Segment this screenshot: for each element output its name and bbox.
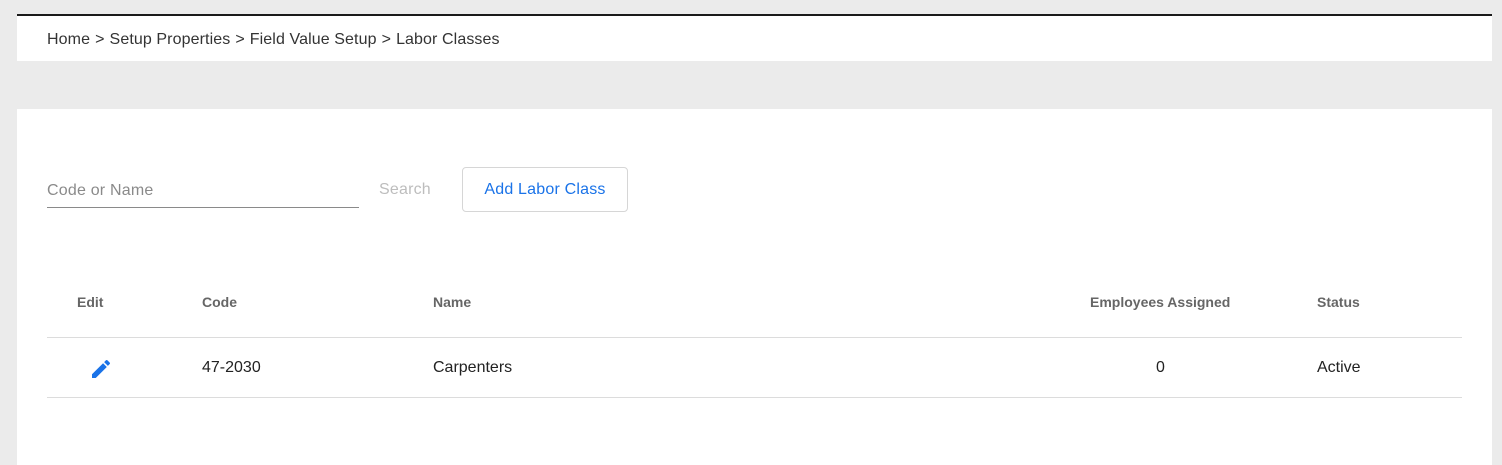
search-button[interactable]: Search xyxy=(379,181,431,199)
breadcrumb-home[interactable]: Home xyxy=(47,31,90,48)
labor-classes-table: Edit Code Name Employees Assigned Status… xyxy=(47,277,1462,398)
add-labor-class-button[interactable]: Add Labor Class xyxy=(462,167,628,212)
header-edit: Edit xyxy=(77,294,104,310)
cell-employees-assigned: 0 xyxy=(1156,359,1165,376)
breadcrumb-separator: > xyxy=(235,31,245,48)
table-row: 47-2030 Carpenters 0 Active xyxy=(47,338,1462,398)
header-code[interactable]: Code xyxy=(202,294,237,310)
main-panel: Search Add Labor Class Edit Code Name Em… xyxy=(17,109,1492,465)
cell-name: Carpenters xyxy=(433,359,513,376)
breadcrumb-bar: Home > Setup Properties > Field Value Setup >… xyxy=(17,16,1492,61)
header-name[interactable]: Name xyxy=(433,294,471,310)
table-header-row: Edit Code Name Employees Assigned Status xyxy=(47,277,1462,338)
cell-code: 47-2030 xyxy=(202,359,261,376)
breadcrumb-separator: > xyxy=(381,31,392,48)
cell-status: Active xyxy=(1317,359,1361,376)
search-field xyxy=(47,177,359,208)
breadcrumb-setup-properties[interactable]: Setup Properties xyxy=(110,31,231,48)
breadcrumb-separator: > xyxy=(95,31,105,48)
breadcrumb: Home > Setup Properties > Field Value Setup >… xyxy=(47,31,500,49)
search-input[interactable] xyxy=(47,177,359,205)
header-employees-assigned[interactable]: Employees Assigned xyxy=(1090,294,1230,310)
breadcrumb-field-value-setup[interactable]: Field Value Setup xyxy=(250,31,377,48)
pencil-icon[interactable] xyxy=(89,357,113,381)
breadcrumb-labor-classes: Labor Classes xyxy=(396,31,500,48)
header-status[interactable]: Status xyxy=(1317,294,1360,310)
